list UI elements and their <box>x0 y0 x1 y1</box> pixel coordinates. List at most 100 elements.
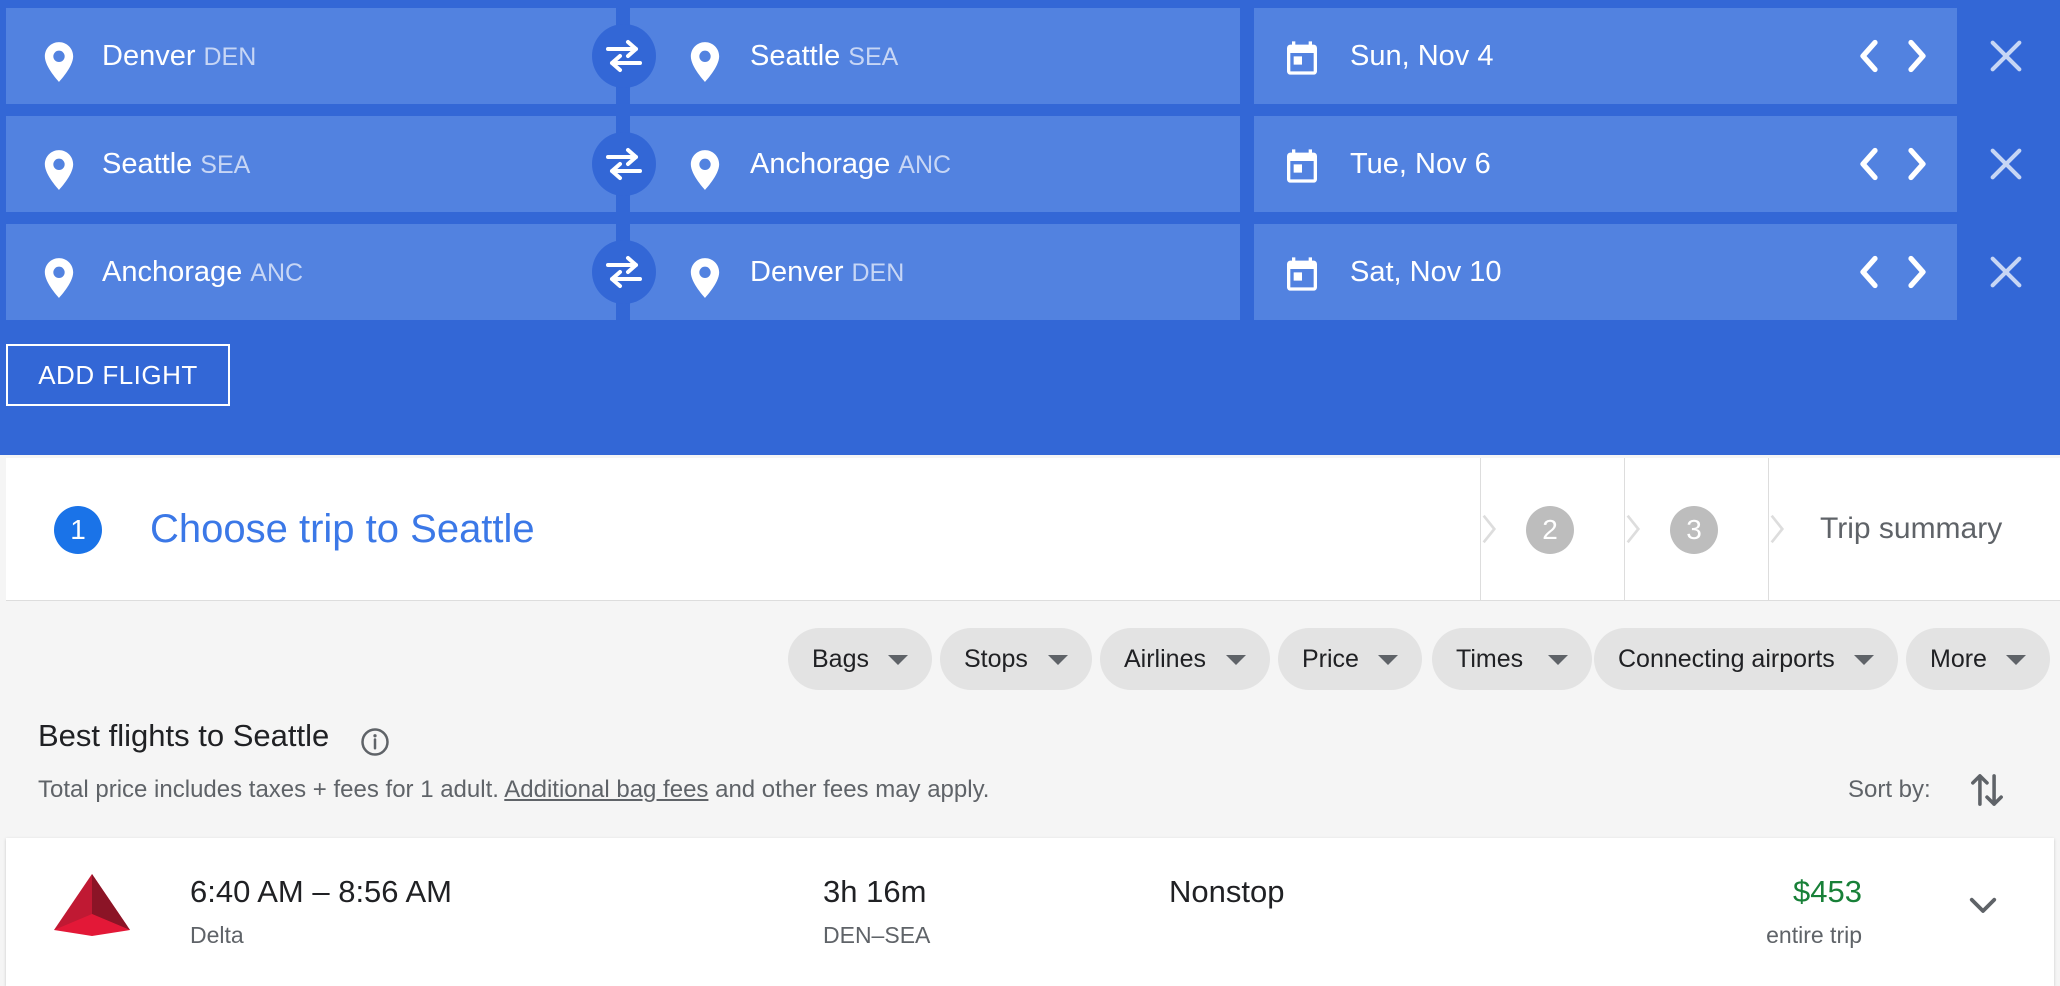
dropdown-arrow-icon <box>1854 655 1874 665</box>
date-text: Sun, Nov 4 <box>1350 40 1494 72</box>
filter-label: Connecting airports <box>1618 644 1835 673</box>
date-text: Sat, Nov 10 <box>1350 256 1502 288</box>
filter-label: Airlines <box>1124 644 1206 673</box>
chevron-right-icon[interactable] <box>1902 146 1932 182</box>
step-2-badge[interactable]: 2 <box>1526 506 1574 554</box>
location-pin-icon <box>44 42 74 82</box>
location-pin-icon <box>44 150 74 190</box>
origin-text-2: Seattle SEA <box>102 116 250 212</box>
close-icon[interactable] <box>1986 36 2026 76</box>
filter-more[interactable]: More <box>1906 628 2050 690</box>
swap-arrows-icon <box>606 40 642 72</box>
swap-button-1[interactable] <box>592 24 656 88</box>
destination-text-3: Denver DEN <box>750 224 904 320</box>
price-disclaimer: Total price includes taxes + fees for 1 … <box>38 776 989 804</box>
origin-city: Seattle <box>102 148 193 180</box>
date-text: Tue, Nov 6 <box>1350 148 1491 180</box>
chevron-right-icon[interactable] <box>1902 254 1932 290</box>
location-pin-icon <box>44 258 74 298</box>
filter-times[interactable]: Times <box>1432 628 1592 690</box>
dropdown-arrow-icon <box>2006 655 2026 665</box>
flight-route: DEN–SEA <box>823 922 931 948</box>
destination-code: DEN <box>851 259 905 287</box>
swap-arrows-icon <box>606 256 642 288</box>
origin-city: Anchorage <box>102 256 243 288</box>
filter-connecting-airports[interactable]: Connecting airports <box>1594 628 1898 690</box>
origin-code: ANC <box>250 259 304 287</box>
flight-duration: 3h 16m <box>823 874 927 909</box>
filter-label: Price <box>1302 644 1359 673</box>
origin-text-3: Anchorage ANC <box>102 224 303 320</box>
destination-city: Anchorage <box>750 148 891 180</box>
destination-text-1: Seattle SEA <box>750 8 898 104</box>
date-field-1[interactable]: Sun, Nov 4 <box>1254 8 1957 104</box>
origin-field-2[interactable]: Seattle SEA <box>6 116 616 212</box>
location-pin-icon <box>690 258 720 298</box>
chevron-down-icon[interactable] <box>1968 894 1998 918</box>
delta-logo-icon <box>54 874 130 936</box>
dropdown-arrow-icon <box>1048 655 1068 665</box>
dropdown-arrow-icon <box>1378 655 1398 665</box>
chevron-right-icon[interactable] <box>1902 38 1932 74</box>
calendar-icon <box>1287 41 1317 75</box>
origin-text-1: Denver DEN <box>102 8 256 104</box>
chevron-right-icon <box>1770 514 1785 544</box>
swap-arrows-icon <box>606 148 642 180</box>
chevron-right-icon <box>1626 514 1641 544</box>
origin-field-3[interactable]: Anchorage ANC <box>6 224 616 320</box>
filter-label: Stops <box>964 644 1028 673</box>
disclaimer-text: Total price includes taxes + fees for 1 … <box>38 776 505 803</box>
date-field-2[interactable]: Tue, Nov 6 <box>1254 116 1957 212</box>
chevron-left-icon[interactable] <box>1854 254 1884 290</box>
filter-label: More <box>1930 644 1987 673</box>
filter-price[interactable]: Price <box>1278 628 1422 690</box>
flight-result-card[interactable]: 6:40 AM – 8:56 AM Delta 3h 16m DEN–SEA N… <box>6 838 2054 986</box>
add-flight-button[interactable]: ADD FLIGHT <box>6 344 230 406</box>
destination-field-3[interactable]: Denver DEN <box>630 224 1240 320</box>
info-icon[interactable] <box>360 727 390 757</box>
filter-label: Bags <box>812 644 869 673</box>
location-pin-icon <box>690 150 720 190</box>
destination-code: SEA <box>848 43 899 71</box>
results-title: Best flights to Seattle <box>38 718 330 753</box>
sort-icon[interactable] <box>1970 770 2004 810</box>
destination-field-1[interactable]: Seattle SEA <box>630 8 1240 104</box>
dropdown-arrow-icon <box>888 655 908 665</box>
step-1-title[interactable]: Choose trip to Seattle <box>150 458 535 600</box>
origin-city: Denver <box>102 40 196 72</box>
filter-bags[interactable]: Bags <box>788 628 932 690</box>
dropdown-arrow-icon <box>1226 655 1246 665</box>
flight-times: 6:40 AM – 8:56 AM <box>190 874 452 909</box>
step-3-badge[interactable]: 3 <box>1670 506 1718 554</box>
filter-stops[interactable]: Stops <box>940 628 1092 690</box>
destination-city: Seattle <box>750 40 841 72</box>
trip-summary-step[interactable]: Trip summary <box>1820 458 2002 600</box>
destination-code: ANC <box>898 151 952 179</box>
bag-fees-link[interactable]: Additional bag fees <box>504 776 708 803</box>
date-field-3[interactable]: Sat, Nov 10 <box>1254 224 1957 320</box>
origin-code: SEA <box>200 151 251 179</box>
destination-text-2: Anchorage ANC <box>750 116 951 212</box>
close-icon[interactable] <box>1986 252 2026 292</box>
filter-label: Times <box>1456 644 1524 673</box>
swap-button-3[interactable] <box>592 240 656 304</box>
destination-city: Denver <box>750 256 844 288</box>
dropdown-arrow-icon <box>1548 655 1568 665</box>
sort-label: Sort by: <box>1848 776 1931 803</box>
destination-field-2[interactable]: Anchorage ANC <box>630 116 1240 212</box>
disclaimer-text: and other fees may apply. <box>708 776 990 803</box>
search-header: Denver DEN Seattle SEA Sun, Nov 4 Seattle S… <box>0 0 2060 455</box>
flight-price: $453 <box>1793 874 1862 909</box>
origin-code: DEN <box>203 43 257 71</box>
chevron-left-icon[interactable] <box>1854 146 1884 182</box>
close-icon[interactable] <box>1986 144 2026 184</box>
filter-airlines[interactable]: Airlines <box>1100 628 1270 690</box>
origin-field-1[interactable]: Denver DEN <box>6 8 616 104</box>
step-1-badge: 1 <box>54 506 102 554</box>
airline-name: Delta <box>190 922 244 948</box>
flight-stops: Nonstop <box>1169 874 1285 909</box>
chevron-left-icon[interactable] <box>1854 38 1884 74</box>
swap-button-2[interactable] <box>592 132 656 196</box>
location-pin-icon <box>690 42 720 82</box>
calendar-icon <box>1287 149 1317 183</box>
